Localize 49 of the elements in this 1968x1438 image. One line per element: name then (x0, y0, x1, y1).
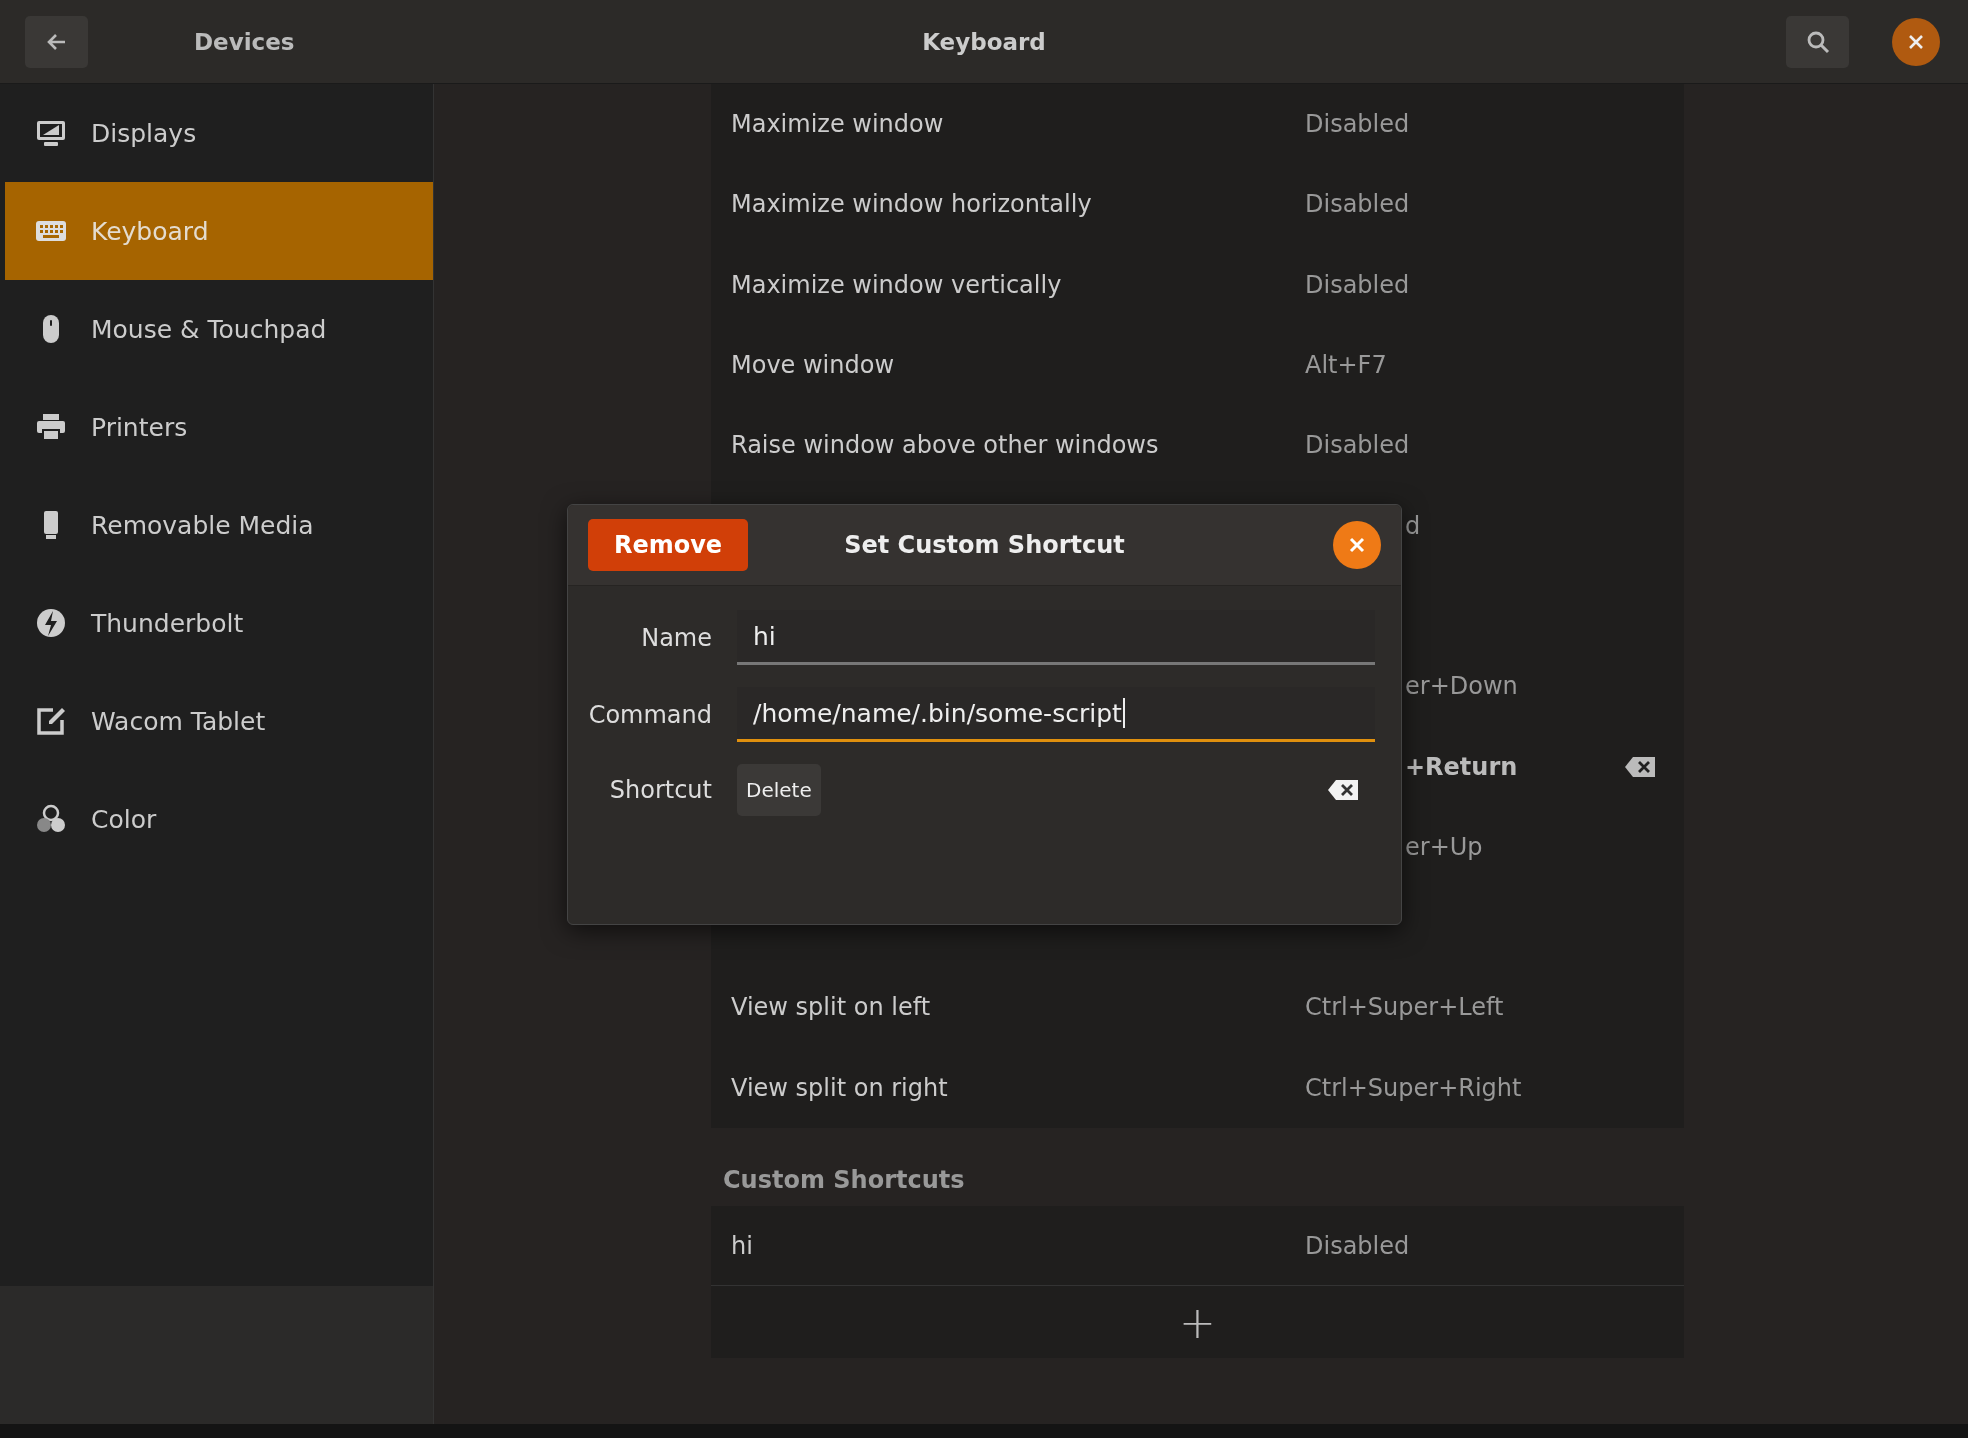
close-button[interactable] (1892, 17, 1940, 66)
color-circles-icon (35, 803, 67, 835)
back-button[interactable] (25, 15, 88, 68)
shortcut-value[interactable]: Ctrl+Super+Right (1305, 1073, 1522, 1102)
back-label[interactable]: Devices (194, 28, 295, 55)
sidebar-item[interactable]: Removable Media (5, 476, 433, 574)
remove-button[interactable]: Remove (588, 519, 748, 571)
close-icon (1348, 536, 1366, 554)
action-name: Maximize window vertically (731, 270, 1063, 299)
dialog-title: Set Custom Shortcut (844, 531, 1125, 559)
action-name: Maximize window (731, 110, 945, 139)
add-button[interactable]: + (711, 1286, 1684, 1359)
action-name: hi (731, 1231, 754, 1260)
sidebar-item[interactable]: Wacom Tablet (5, 672, 433, 770)
action-name: Move window (731, 351, 896, 380)
shortcut-value[interactable]: Disabled (1305, 110, 1410, 139)
backspace-icon[interactable] (1327, 779, 1359, 801)
shortcut-value[interactable]: Alt+F7 (1305, 351, 1387, 380)
lightning-icon (35, 607, 67, 639)
close-icon (1907, 32, 1925, 51)
field-label: Command (587, 700, 712, 729)
shortcut-value[interactable]: Disabled (1305, 431, 1410, 460)
sidebar-item[interactable]: Keyboard (5, 182, 433, 280)
sidebar-item[interactable]: Thunderbolt (5, 574, 433, 672)
field-label: Shortcut (608, 776, 712, 804)
window-title: Keyboard (922, 28, 1046, 55)
backspace-icon[interactable] (1624, 755, 1656, 778)
action-name: View split on left (731, 993, 932, 1022)
key-label: Delete (737, 764, 821, 816)
search-button[interactable] (1786, 15, 1849, 68)
sidebar-item[interactable]: Mouse & Touchpad (5, 280, 433, 378)
close-button[interactable] (1333, 521, 1381, 569)
action-name: Raise window above other windows (731, 431, 1160, 460)
field-label: Name (640, 623, 712, 652)
sidebar-item[interactable]: Color (5, 770, 433, 868)
shortcut-value[interactable]: d (1405, 511, 1421, 540)
sidebar-item[interactable]: Displays (5, 84, 433, 182)
section-heading: Custom Shortcuts (722, 1164, 966, 1196)
shortcut-value[interactable]: Ctrl+Super+Left (1305, 993, 1504, 1022)
shortcut-value[interactable]: er+Up (1405, 832, 1483, 861)
action-name: Maximize window horizontally (731, 190, 1093, 219)
sidebar-item[interactable]: Printers (5, 378, 433, 476)
shortcut-value[interactable]: Disabled (1305, 270, 1410, 299)
shortcut-value[interactable]: er+Down (1405, 672, 1518, 701)
shortcut-value[interactable]: Disabled (1305, 1231, 1410, 1260)
action-name: View split on right (731, 1073, 949, 1102)
tablet-pen-icon (35, 705, 67, 737)
shortcut-value[interactable]: Disabled (1305, 190, 1410, 219)
shortcut-value[interactable]: +Return (1405, 752, 1518, 781)
